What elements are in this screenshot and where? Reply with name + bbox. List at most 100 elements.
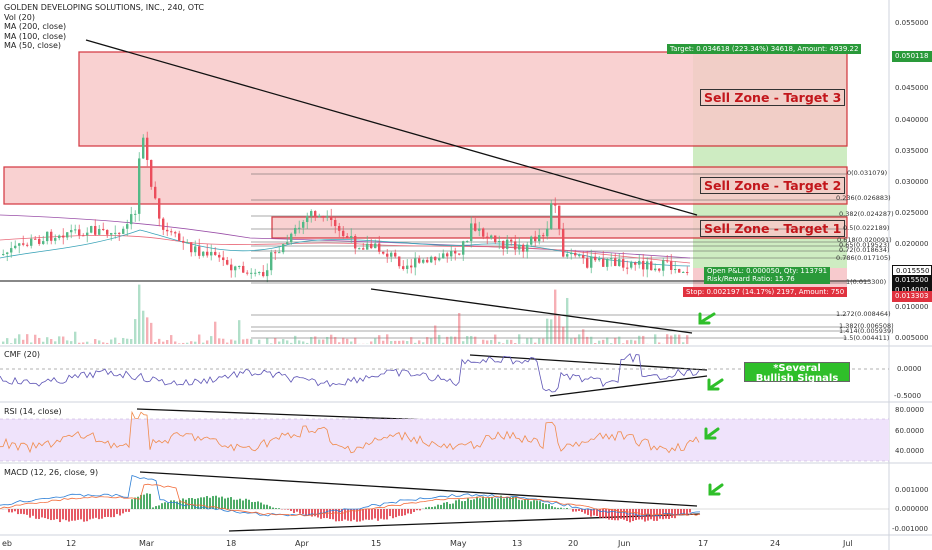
macd-histogram-bar [299,509,301,514]
volume-bar [202,342,205,344]
macd-histogram-bar [98,509,100,520]
sell-zone-target-3-label: Sell Zone - Target 3 [700,89,846,106]
candle-body [6,252,9,255]
candle-body [626,267,629,269]
candle-body [562,228,565,257]
macd-histogram-bar [383,509,385,520]
macd-histogram-bar [335,509,337,522]
macd-histogram-bar [557,507,559,509]
candle-body [434,256,437,261]
bullish-signals-callout: *Several Bullish Signals [744,362,850,384]
position-note[interactable]: Open P&L: 0.000050, Qty: 113791 Risk/Rew… [704,267,831,284]
target-note[interactable]: Target: 0.034618 (223.34%) 34618, Amount… [667,44,862,54]
macd-histogram-bar [401,509,403,516]
macd-histogram-bar [575,509,577,512]
fib-label-786: 0.786(0.017105) [836,254,891,262]
candle-body [662,260,665,271]
macd-histogram-bar [278,508,280,509]
candle-body [130,214,133,225]
candle-body [546,228,549,237]
candle-body [166,229,169,232]
volume-bar [66,340,69,344]
macd-histogram-bar [188,498,190,509]
macd-histogram-bar [458,499,460,509]
volume-bar [86,341,89,344]
candle-body [494,235,497,243]
candle-body [350,236,353,238]
candle-body [302,221,305,228]
macd-histogram-bar [386,509,388,520]
candle-body [582,255,585,259]
volume-bar [182,342,185,344]
volume-bar [30,342,33,344]
time-tick: 17 [698,539,709,548]
volume-bar [506,339,509,344]
candle-body [226,260,229,265]
candle-body [678,268,681,273]
candle-body [242,265,245,273]
macd-histogram-bar [233,499,235,509]
volume-bar [518,334,521,344]
volume-bar [58,336,61,344]
stop-note[interactable]: Stop: 0.002197 (14.17%) 2197, Amount: 75… [683,287,848,297]
macd-histogram-bar [8,509,10,513]
candle-body [534,236,537,242]
candle-body [82,235,85,237]
price-tick: 0.010000 [895,303,929,311]
macd-histogram-bar [650,509,652,520]
candle-body [94,226,97,235]
macd-histogram-bar [131,499,133,509]
volume-bar [158,338,161,344]
volume-bar [74,331,77,344]
fib-label-236: 0.236(0.026883) [836,194,891,202]
macd-histogram-bar [374,509,376,519]
macd-histogram-bar [488,497,490,509]
volume-bar [110,339,113,344]
volume-bar [598,340,601,344]
macd-histogram-bar [545,504,547,509]
candle-body [474,223,477,231]
candle-body [294,228,297,234]
volume-bar [54,341,57,344]
macd-histogram-bar [20,509,22,514]
macd-histogram-bar [245,498,247,509]
macd-histogram-bar [461,501,463,509]
macd-histogram-bar [425,507,427,509]
fib-label-5: 0.5(0.022189) [843,224,890,232]
volume-bar [214,321,217,344]
candle-body [182,240,185,243]
time-tick: 18 [226,539,237,548]
candle-body [138,158,141,214]
candle-body [574,252,577,256]
volume-bar [434,325,437,344]
candle-body [254,272,257,274]
candle-body [2,254,5,256]
legend-ma50: MA (50, close) [4,41,62,50]
macd-histogram-bar [533,500,535,509]
candle-body [274,252,277,254]
candle-body [622,259,625,268]
macd-histogram-bar [497,498,499,509]
candle-body [390,252,393,257]
volume-bar [686,335,689,344]
volume-bar [474,336,477,344]
candle-body [406,265,409,270]
macd-histogram-bar [404,509,406,516]
candle-body [450,250,453,257]
macd-histogram-bar [611,509,613,520]
volume-bar [350,341,353,344]
macd-histogram-bar [230,497,232,509]
candle-body [230,264,233,271]
macd-histogram-bar [452,503,454,509]
macd-histogram-bar [530,501,532,509]
candle-body [34,238,37,240]
volume-bar [98,340,101,344]
price-candles [2,131,689,283]
volume-bar [426,337,429,344]
candle-body [358,248,361,250]
macd-histogram-bar [254,501,256,509]
candle-body [338,226,341,231]
candle-body [110,232,113,235]
candle-body [578,255,581,257]
candle-body [310,211,313,217]
